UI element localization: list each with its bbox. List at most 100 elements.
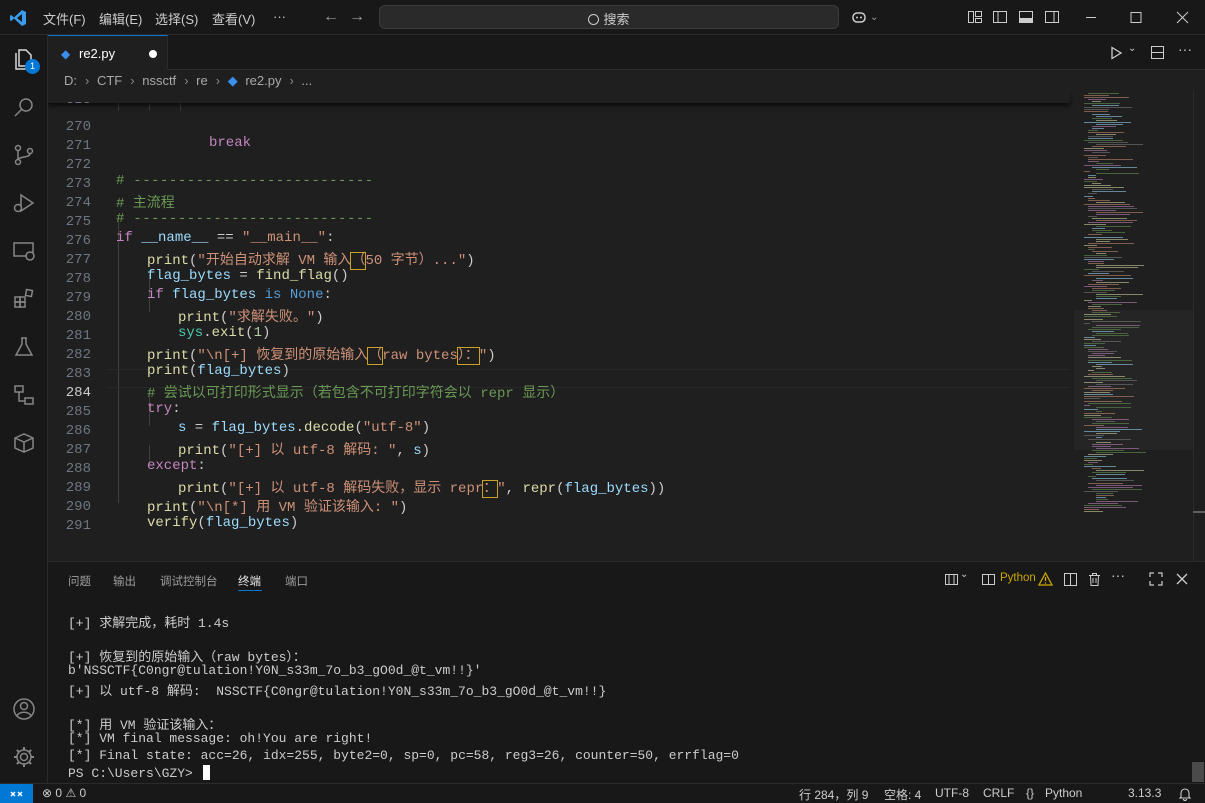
warning-icon[interactable] bbox=[1038, 572, 1053, 586]
minimap-line bbox=[1092, 330, 1114, 332]
search-view-button[interactable] bbox=[0, 83, 48, 131]
references-button[interactable] bbox=[0, 371, 48, 419]
toggle-primary-sidebar-icon[interactable] bbox=[992, 9, 1008, 25]
minimap-line bbox=[1096, 281, 1129, 283]
active-tab-indicator bbox=[238, 590, 262, 591]
menu-edit[interactable]: 编辑(E) bbox=[99, 9, 142, 28]
tab-output[interactable]: 输出 bbox=[113, 573, 136, 589]
chevron-down-icon[interactable]: ⌄ bbox=[960, 569, 968, 580]
testing-button[interactable] bbox=[0, 323, 48, 371]
minimap-line bbox=[1096, 441, 1111, 443]
minimap-line bbox=[1096, 172, 1139, 174]
tab-problems[interactable]: 问题 bbox=[68, 573, 91, 589]
minimap-line bbox=[1088, 476, 1096, 478]
manage-button[interactable] bbox=[0, 733, 48, 781]
remote-explorer-button[interactable] bbox=[0, 227, 48, 275]
minimap-line bbox=[1092, 418, 1129, 420]
breadcrumb-ctf[interactable]: CTF bbox=[97, 73, 122, 88]
maximize-panel-icon[interactable] bbox=[1149, 572, 1163, 586]
notifications-bell-icon[interactable] bbox=[1178, 787, 1192, 801]
editor-scrollbar[interactable] bbox=[1193, 91, 1205, 561]
toggle-secondary-sidebar-icon[interactable] bbox=[1044, 9, 1060, 25]
close-window-button[interactable] bbox=[1160, 0, 1205, 35]
split-terminal-icon[interactable] bbox=[1063, 572, 1078, 587]
minimap-line bbox=[1084, 464, 1093, 466]
tab-debug-console[interactable]: 调试控制台 bbox=[160, 573, 218, 589]
accounts-button[interactable] bbox=[0, 685, 48, 733]
python-version[interactable]: 3.13.3 bbox=[1128, 786, 1161, 800]
more-actions-icon[interactable]: ··· bbox=[1111, 567, 1125, 583]
prompt-text: PS C:\Users\GZY> bbox=[68, 766, 201, 781]
code-line: 280 sys.exit(1) bbox=[48, 293, 1078, 341]
containers-button[interactable] bbox=[0, 419, 48, 467]
minimap-line bbox=[1096, 470, 1144, 472]
menu-more[interactable]: ··· bbox=[273, 9, 286, 24]
minimap-line bbox=[1088, 234, 1102, 236]
remote-indicator-button[interactable] bbox=[0, 784, 33, 803]
terminal-scrollbar[interactable] bbox=[1192, 762, 1204, 782]
run-python-file-icon[interactable] bbox=[1109, 46, 1123, 60]
split-editor-icon[interactable] bbox=[1150, 45, 1165, 60]
more-actions-icon[interactable]: ··· bbox=[1178, 41, 1192, 57]
minimap-line bbox=[1092, 228, 1105, 230]
code-line: 277 flag_bytes = find_flag() bbox=[48, 236, 1078, 284]
cursor-position[interactable]: 行 284，列 9 bbox=[799, 786, 868, 803]
forward-arrow-icon[interactable]: → bbox=[349, 8, 365, 26]
minimap-line bbox=[1092, 472, 1126, 474]
code-line: 271 bbox=[48, 122, 1078, 154]
account-icon bbox=[13, 698, 35, 720]
chevron-down-icon[interactable]: ⌄ bbox=[870, 12, 878, 23]
terminal-layout-icon[interactable] bbox=[944, 572, 959, 587]
minimap[interactable] bbox=[1078, 91, 1193, 561]
extensions-button[interactable] bbox=[0, 275, 48, 323]
menu-file[interactable]: 文件(F) bbox=[43, 9, 86, 28]
indentation[interactable]: 空格: 4 bbox=[884, 786, 921, 803]
code-line: 275 if __name__ == "__main__": bbox=[48, 198, 1078, 246]
tab-terminal[interactable]: 终端 bbox=[238, 573, 261, 589]
language-mode[interactable]: Python bbox=[1045, 786, 1082, 800]
close-panel-icon[interactable] bbox=[1175, 572, 1189, 586]
command-center-search[interactable]: 搜索 bbox=[379, 5, 839, 29]
layout-customize-icon[interactable] bbox=[967, 9, 983, 25]
line-ending[interactable]: CRLF bbox=[983, 786, 1014, 800]
problems-status[interactable]: ⊗ 0 ⚠ 0 bbox=[42, 786, 86, 800]
encoding[interactable]: UTF-8 bbox=[935, 786, 969, 800]
tab-ports[interactable]: 端口 bbox=[285, 573, 308, 589]
unsaved-dot-icon[interactable] bbox=[149, 50, 157, 58]
minimap-line bbox=[1096, 123, 1123, 125]
minimap-line bbox=[1092, 371, 1112, 373]
breadcrumb-drive[interactable]: D: bbox=[64, 73, 77, 88]
terminal-cursor bbox=[202, 765, 210, 780]
line-number: 291 bbox=[65, 518, 91, 534]
maximize-button[interactable] bbox=[1113, 0, 1158, 35]
explorer-button[interactable]: 1 bbox=[0, 35, 48, 83]
tab-label: re2.py bbox=[79, 46, 116, 61]
breadcrumb-re[interactable]: re bbox=[196, 73, 208, 88]
code-editor[interactable]: 252 def verify(flag_bytes: bytes): 270 b… bbox=[48, 91, 1193, 561]
minimap-line bbox=[1084, 396, 1134, 398]
menu-view[interactable]: 查看(V) bbox=[212, 9, 255, 28]
run-options-chevron-icon[interactable]: ⌄ bbox=[1128, 43, 1136, 54]
minimize-button[interactable] bbox=[1068, 0, 1113, 35]
breadcrumb-symbol[interactable]: ... bbox=[301, 73, 312, 88]
source-control-button[interactable] bbox=[0, 131, 48, 179]
code-line: 279 print("求解失败。") bbox=[48, 274, 1078, 326]
breadcrumb-nssctf[interactable]: nssctf bbox=[142, 73, 176, 88]
menu-selection[interactable]: 选择(S) bbox=[155, 9, 198, 28]
minimap-line bbox=[1084, 154, 1106, 156]
tab-re2-py[interactable]: ◆ re2.py bbox=[48, 35, 168, 70]
breadcrumb-file[interactable]: re2.py bbox=[245, 73, 281, 88]
toggle-panel-icon[interactable] bbox=[1018, 9, 1034, 25]
copilot-icon[interactable] bbox=[851, 9, 867, 25]
minimap-line bbox=[1084, 316, 1117, 318]
terminal-name[interactable]: Python bbox=[1000, 572, 1036, 584]
minimap-line bbox=[1096, 324, 1140, 326]
trash-icon[interactable] bbox=[1087, 572, 1102, 587]
sticky-scroll-header[interactable]: 252 def verify(flag_bytes: bytes): bbox=[48, 91, 1070, 103]
back-arrow-icon[interactable]: ← bbox=[323, 8, 339, 26]
code-line: 286 print("[+] 以 utf-8 解码: ", s) bbox=[48, 407, 1078, 459]
terminal-prompt[interactable]: PS C:\Users\GZY> bbox=[68, 765, 210, 781]
minimap-line bbox=[1096, 433, 1117, 435]
run-debug-button[interactable] bbox=[0, 179, 48, 227]
minimap-line bbox=[1084, 457, 1097, 459]
